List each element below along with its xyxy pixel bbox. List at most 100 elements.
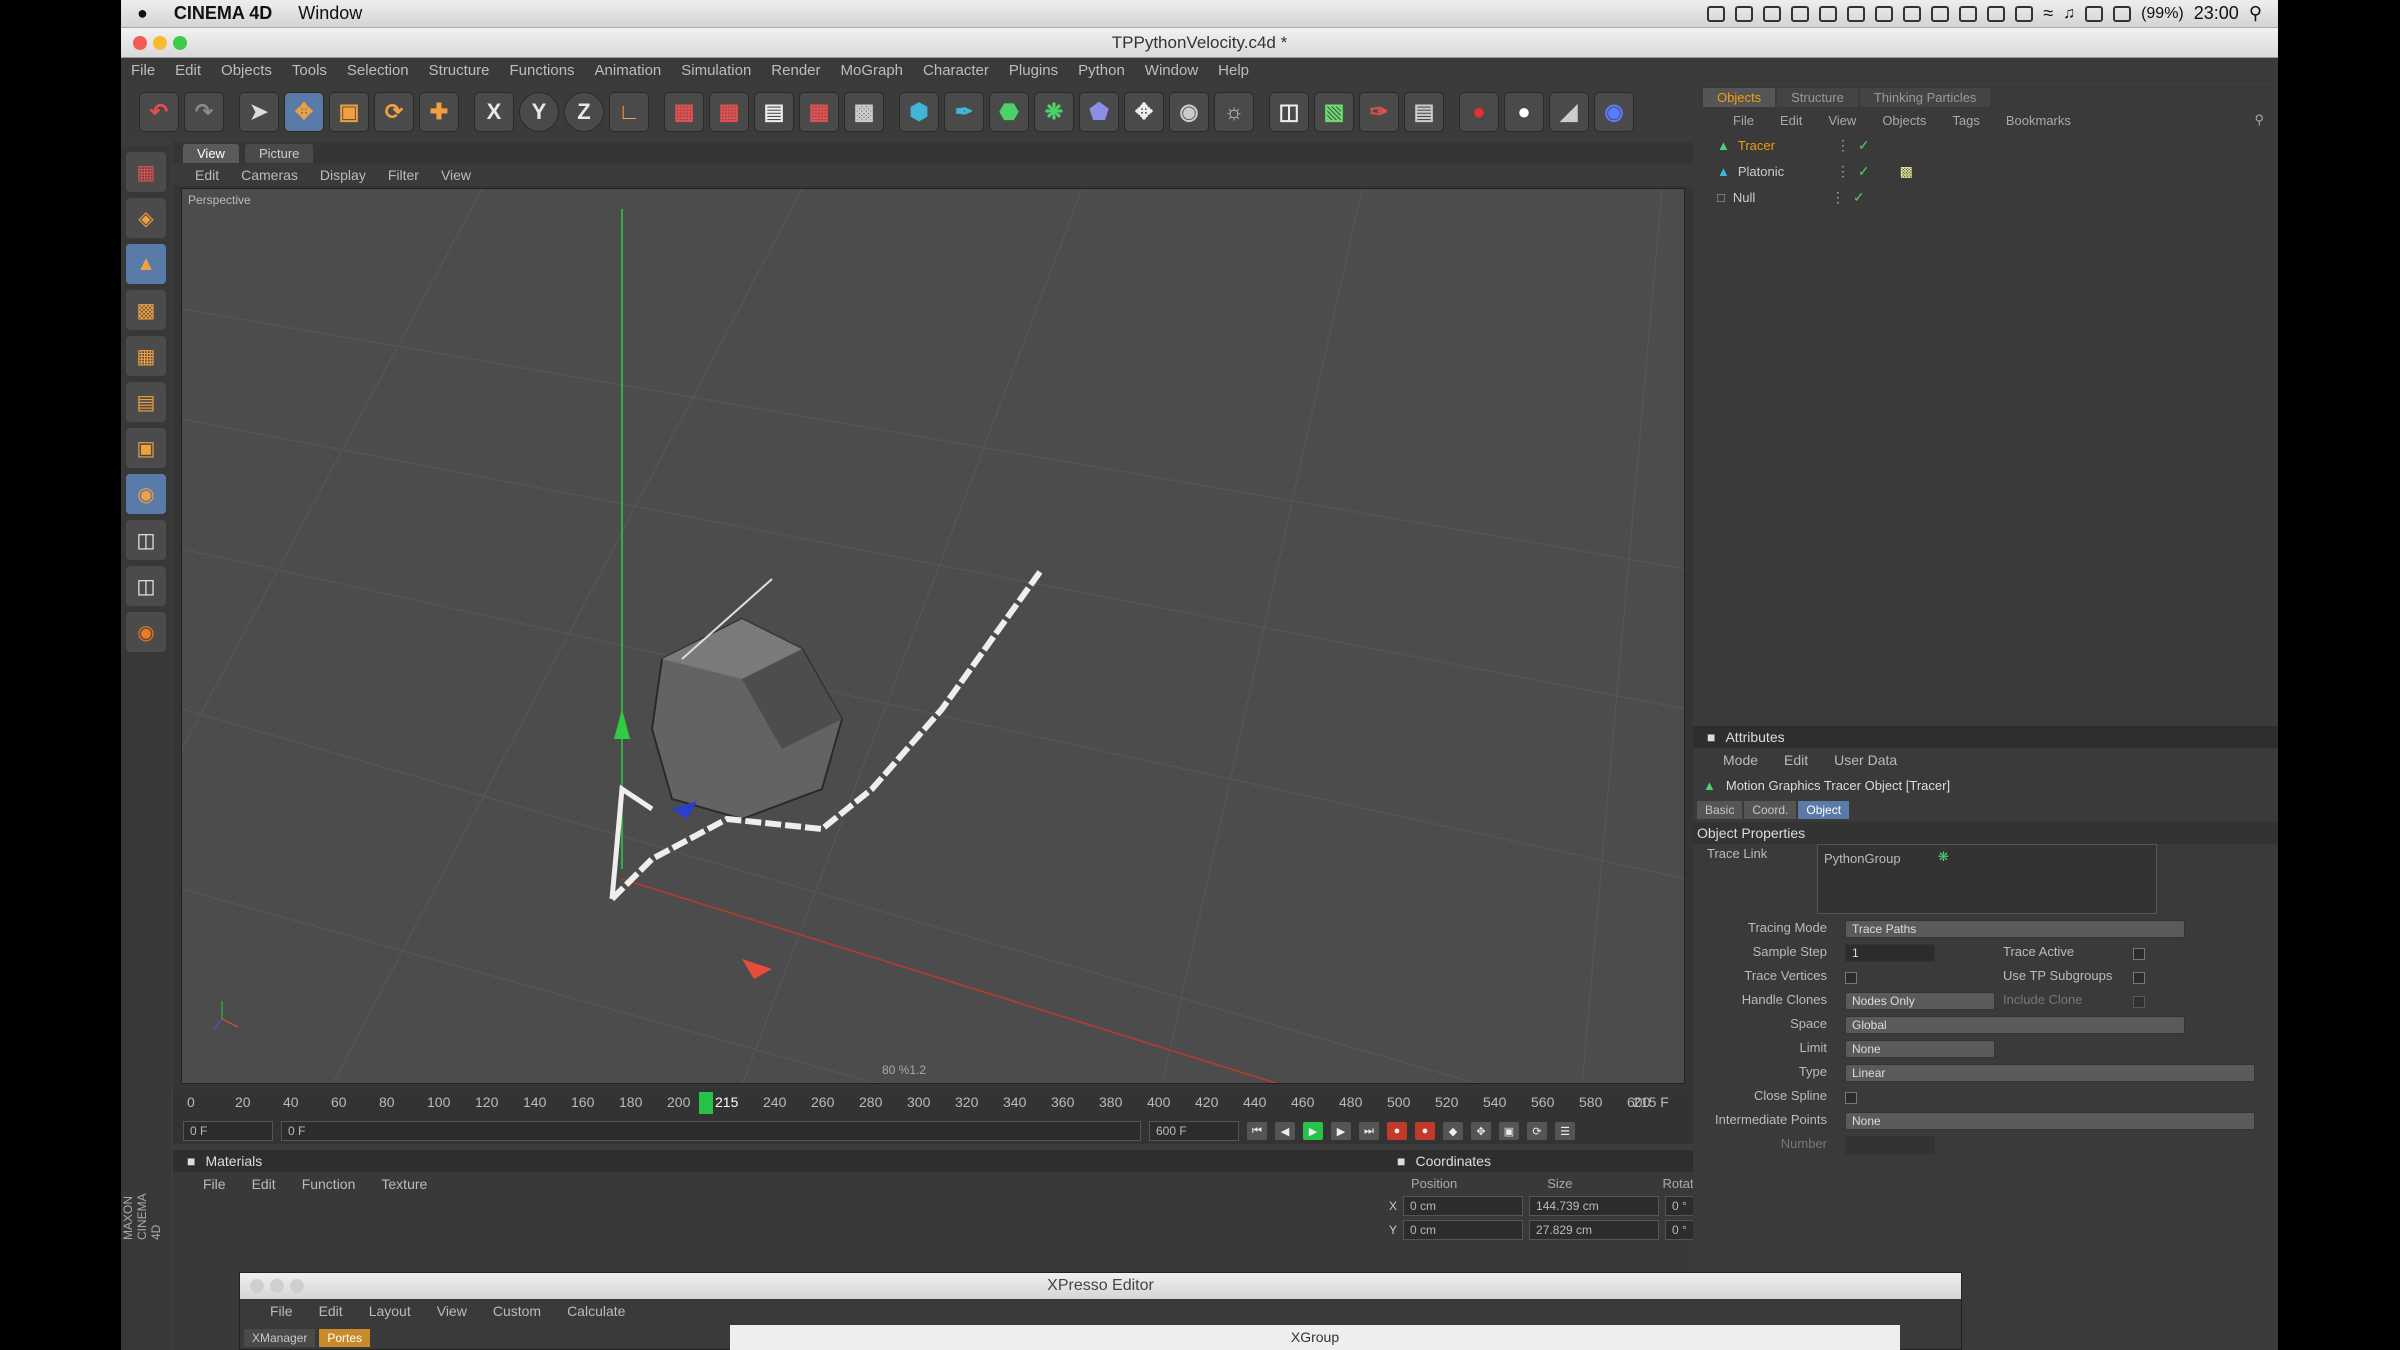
panel-grip-icon[interactable]: ■ xyxy=(1707,729,1715,745)
coordinate-system-icon[interactable]: ∟ xyxy=(609,92,649,132)
object-row-null[interactable]: □ Null ⋮ ✓ xyxy=(1693,184,2278,210)
timeline-options-icon[interactable]: ☰ xyxy=(1555,1122,1575,1140)
tab-view[interactable]: View xyxy=(183,143,239,163)
visibility-toggle-icon[interactable]: ⋮ xyxy=(1831,189,1845,206)
record-keys-icon[interactable]: ● xyxy=(1387,1122,1407,1140)
rotate-tool-icon[interactable]: ⟳ xyxy=(374,92,414,132)
menu-tools[interactable]: Tools xyxy=(292,62,327,79)
render-view-icon[interactable]: ▦ xyxy=(664,92,704,132)
position-x-field[interactable]: 0 cm xyxy=(1403,1196,1524,1216)
scale-tool-icon[interactable]: ▣ xyxy=(329,92,369,132)
trace-link-item[interactable]: PythonGroup xyxy=(1824,851,1901,866)
menu-selection[interactable]: Selection xyxy=(347,62,409,79)
menu-character[interactable]: Character xyxy=(923,62,989,79)
autokey-icon[interactable]: ● xyxy=(1415,1122,1435,1140)
attributes-menu-user-data[interactable]: User Data xyxy=(1834,752,1897,768)
menu-window[interactable]: Window xyxy=(1145,62,1198,79)
intermediate-points-dropdown[interactable]: None xyxy=(1845,1112,2255,1130)
use-tp-subgroups-checkbox[interactable] xyxy=(2133,972,2145,984)
redo-icon[interactable]: ↷ xyxy=(184,92,224,132)
tab-xmanager[interactable]: XManager xyxy=(244,1329,316,1347)
tab-structure[interactable]: Structure xyxy=(1777,87,1858,107)
close-spline-checkbox[interactable] xyxy=(1845,1092,1857,1104)
clock-icon[interactable] xyxy=(1987,5,2006,22)
mograph-cloner-icon[interactable]: ❋ xyxy=(1034,92,1074,132)
snap-icon[interactable]: ◫ xyxy=(1269,92,1309,132)
position-y-field[interactable]: 0 cm xyxy=(1403,1220,1524,1240)
type-dropdown[interactable]: Linear xyxy=(1845,1064,2255,1082)
zoom-window-button[interactable] xyxy=(290,1279,304,1293)
shield-icon[interactable] xyxy=(1763,5,1782,22)
clipboard-icon[interactable] xyxy=(1903,5,1922,22)
size-y-field[interactable]: 27.829 cm xyxy=(1529,1220,1660,1240)
scale-key-icon[interactable]: ▣ xyxy=(1499,1122,1519,1140)
enabled-check-icon[interactable]: ✓ xyxy=(1853,189,1865,206)
menu-edit[interactable]: Edit xyxy=(175,62,201,79)
box-icon[interactable] xyxy=(1847,5,1866,22)
position-key-icon[interactable]: ✥ xyxy=(1471,1122,1491,1140)
xpresso-menu-layout[interactable]: Layout xyxy=(369,1303,411,1319)
z-axis-lock-button[interactable]: Z xyxy=(564,92,604,132)
enabled-check-icon[interactable]: ✓ xyxy=(1858,137,1870,154)
sculpt-icon[interactable]: ◉ xyxy=(126,612,166,652)
xpresso-menu-file[interactable]: File xyxy=(270,1303,293,1319)
edit-render-settings-icon[interactable]: ▦ xyxy=(799,92,839,132)
render-picture-viewer-icon[interactable]: ▦ xyxy=(709,92,749,132)
volume-icon[interactable]: ♫ xyxy=(2063,5,2075,23)
render-settings-icon[interactable]: ▩ xyxy=(844,92,884,132)
make-editable-icon[interactable]: ▦ xyxy=(126,152,166,192)
object-name-tracer[interactable]: Tracer xyxy=(1738,138,1828,153)
close-window-button[interactable] xyxy=(133,36,147,50)
viewport-menu-view[interactable]: View xyxy=(441,167,471,183)
live-select-icon[interactable]: ➤ xyxy=(239,92,279,132)
polygons-mode-icon[interactable]: ▣ xyxy=(126,428,166,468)
pen-spline-icon[interactable]: ✒ xyxy=(944,92,984,132)
object-mode-icon[interactable]: ▲ xyxy=(126,244,166,284)
xgroup-node[interactable]: XGroup xyxy=(730,1325,1900,1350)
menu-render[interactable]: Render xyxy=(771,62,820,79)
y-axis-lock-button[interactable]: Y xyxy=(519,92,559,132)
snap-toggle-icon[interactable]: ◫ xyxy=(126,520,166,560)
enabled-check-icon[interactable]: ✓ xyxy=(1858,163,1870,180)
minimize-window-button[interactable] xyxy=(270,1279,284,1293)
trace-link-list[interactable]: PythonGroup ❋ xyxy=(1817,844,2157,914)
menu-python[interactable]: Python xyxy=(1078,62,1125,79)
materials-menu-file[interactable]: File xyxy=(203,1176,226,1192)
app-name-menu[interactable]: CINEMA 4D xyxy=(174,3,272,24)
display-icon[interactable] xyxy=(1735,5,1754,22)
tab-basic[interactable]: Basic xyxy=(1697,801,1743,819)
xpresso-menu-custom[interactable]: Custom xyxy=(493,1303,541,1319)
menu-functions[interactable]: Functions xyxy=(510,62,575,79)
menu-plugins[interactable]: Plugins xyxy=(1009,62,1058,79)
edges-mode-icon[interactable]: ▤ xyxy=(126,382,166,422)
keyframe-selection-icon[interactable]: ◆ xyxy=(1443,1122,1463,1140)
menu-mograph[interactable]: MoGraph xyxy=(841,62,904,79)
3d-viewport[interactable]: Perspective 80 %1.2 xyxy=(181,188,1685,1084)
workplane-lock-icon[interactable]: ◫ xyxy=(126,566,166,606)
xpresso-menu-view[interactable]: View xyxy=(437,1303,467,1319)
visibility-toggle-icon[interactable]: ⋮ xyxy=(1836,137,1850,154)
deformer-icon[interactable]: ⬟ xyxy=(1079,92,1119,132)
panel-grip-icon[interactable]: ■ xyxy=(187,1153,195,1169)
object-row-tracer[interactable]: ▲ Tracer ⋮ ✓ xyxy=(1693,132,2278,158)
menu-animation[interactable]: Animation xyxy=(595,62,662,79)
go-to-end-icon[interactable]: ⏭ xyxy=(1359,1122,1379,1140)
viewport-menu-cameras[interactable]: Cameras xyxy=(241,167,298,183)
sample-step-field[interactable]: 1 xyxy=(1845,944,1935,962)
render-region-icon[interactable]: ▤ xyxy=(754,92,794,132)
sky-icon[interactable]: ◉ xyxy=(1594,92,1634,132)
environment-icon[interactable]: ✥ xyxy=(1124,92,1164,132)
record-icon[interactable]: ● xyxy=(1459,92,1499,132)
objects-menu-file[interactable]: File xyxy=(1733,113,1754,128)
trace-active-checkbox[interactable] xyxy=(2133,948,2145,960)
xpresso-menu-calculate[interactable]: Calculate xyxy=(567,1303,625,1319)
include-clone-checkbox[interactable] xyxy=(2133,996,2145,1008)
clock-time[interactable]: 23:00 xyxy=(2194,3,2239,24)
object-row-platonic[interactable]: ▲ Platonic ⋮ ✓ ▩ xyxy=(1693,158,2278,184)
flag-icon[interactable] xyxy=(2085,5,2104,22)
current-frame-start-field[interactable]: 0 F xyxy=(183,1121,273,1141)
subdivision-icon[interactable]: ⬣ xyxy=(989,92,1029,132)
close-window-button[interactable] xyxy=(250,1279,264,1293)
record-icon[interactable] xyxy=(1707,5,1726,22)
paint-icon[interactable]: ✑ xyxy=(1359,92,1399,132)
